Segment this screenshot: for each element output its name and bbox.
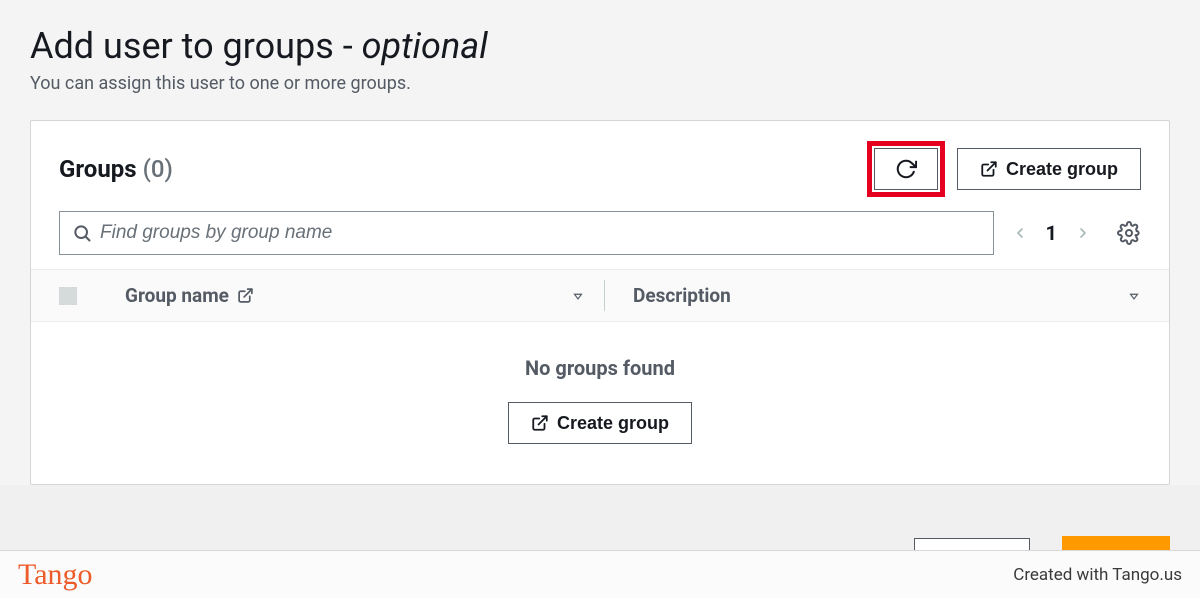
search-row: 1	[31, 211, 1169, 269]
external-icon	[237, 287, 254, 304]
tango-footer: Tango Created with Tango.us	[0, 550, 1200, 598]
settings-icon[interactable]	[1117, 221, 1141, 245]
create-group-empty-label: Create group	[557, 413, 669, 434]
tango-logo: Tango	[18, 558, 93, 592]
refresh-icon	[895, 158, 917, 180]
create-group-button[interactable]: Create group	[957, 148, 1141, 190]
column-desc-label: Description	[633, 284, 731, 307]
create-group-button-empty[interactable]: Create group	[508, 402, 692, 444]
pager: 1	[1012, 221, 1141, 245]
previous-button-peek[interactable]	[914, 538, 1030, 550]
panel-header: Groups (0) Create group	[31, 121, 1169, 211]
groups-panel: Groups (0) Create group	[30, 120, 1170, 485]
sort-icon[interactable]	[571, 289, 585, 303]
title-prefix: Add user to groups -	[30, 25, 362, 67]
pager-next-icon[interactable]	[1075, 221, 1091, 245]
panel-title: Groups (0)	[59, 155, 173, 183]
column-description[interactable]: Description	[605, 284, 1141, 307]
column-group-name[interactable]: Group name	[125, 284, 605, 307]
panel-count: (0)	[143, 155, 173, 183]
panel-actions: Create group	[867, 141, 1141, 197]
tango-highlight	[867, 141, 945, 197]
footer-credit: Created with Tango.us	[1013, 565, 1182, 585]
page-subtitle: You can assign this user to one or more …	[30, 73, 1170, 94]
pager-prev-icon[interactable]	[1012, 221, 1028, 245]
next-button-peek[interactable]	[1062, 536, 1170, 550]
title-optional: optional	[362, 25, 488, 67]
column-group-label: Group name	[125, 284, 229, 307]
external-icon	[980, 160, 998, 178]
sort-icon[interactable]	[1127, 289, 1141, 303]
create-group-label: Create group	[1006, 159, 1118, 180]
empty-state: No groups found Create group	[31, 322, 1169, 484]
page-title: Add user to groups - optional	[30, 25, 1170, 67]
select-all-checkbox[interactable]	[59, 287, 77, 305]
search-icon	[72, 223, 92, 243]
search-input-wrap[interactable]	[59, 211, 994, 255]
external-icon	[531, 414, 549, 432]
panel-title-text: Groups	[59, 155, 137, 183]
table-header: Group name Description	[31, 269, 1169, 322]
refresh-button[interactable]	[874, 148, 938, 190]
pager-page: 1	[1046, 221, 1057, 245]
search-input[interactable]	[100, 222, 981, 244]
empty-message: No groups found	[31, 356, 1169, 380]
